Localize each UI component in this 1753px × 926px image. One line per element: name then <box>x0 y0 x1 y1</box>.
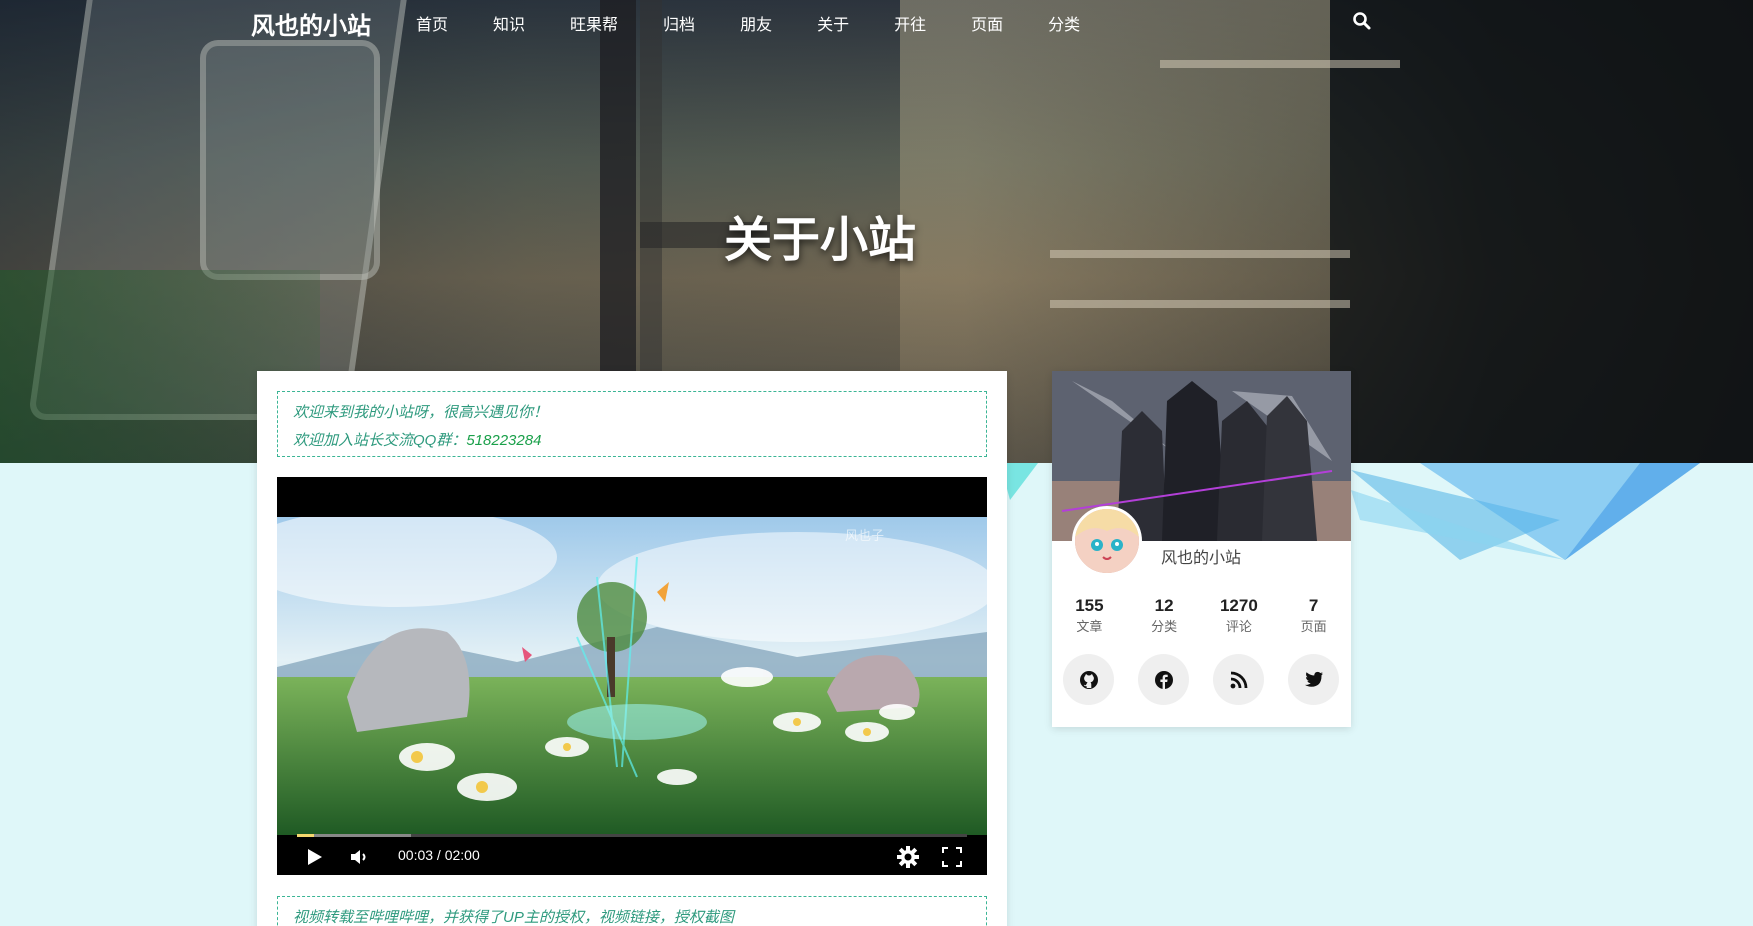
github-icon[interactable] <box>1063 654 1114 705</box>
nav-item-travelling[interactable]: 开往 <box>894 11 926 35</box>
play-icon[interactable] <box>308 849 322 870</box>
hero-bg-rail <box>1050 300 1350 308</box>
profile-stats: 155 文章 12 分类 1270 评论 7 页面 <box>1052 595 1351 637</box>
stat-number: 12 <box>1154 596 1174 615</box>
stat-number: 7 <box>1308 596 1319 615</box>
video-played <box>297 834 314 837</box>
video-watermark: 风也子 <box>845 528 885 543</box>
stat-label: 分类 <box>1151 619 1178 634</box>
stat-categories[interactable]: 12 分类 <box>1127 595 1202 637</box>
stat-number: 1270 <box>1219 596 1258 615</box>
qq-group-number[interactable]: 518223284 <box>466 432 541 449</box>
page-title: 关于小站 <box>723 214 916 267</box>
qq-group-label: 欢迎加入站长交流QQ群： <box>293 432 467 449</box>
settings-gear-icon[interactable] <box>897 846 919 873</box>
navbar: 风也的小站 首页 知识 旺果帮 归档 朋友 关于 开往 页面 分类 <box>0 0 1753 42</box>
social-links <box>1063 654 1363 705</box>
video-scene-image <box>277 517 987 835</box>
nav-links: 首页 知识 旺果帮 归档 朋友 关于 开往 页面 分类 <box>416 11 1125 35</box>
profile-card: 风也的小站 155 文章 12 分类 1270 评论 7 页面 <box>1052 371 1351 727</box>
twitter-icon[interactable] <box>1288 654 1339 705</box>
video-time: 00:03 / 02:00 <box>398 847 480 863</box>
nav-item-archive[interactable]: 归档 <box>663 11 695 35</box>
fullscreen-icon[interactable] <box>942 847 962 872</box>
stat-label: 页面 <box>1300 619 1327 634</box>
facebook-icon[interactable] <box>1138 654 1189 705</box>
video-progress-bar[interactable] <box>297 834 967 837</box>
video-frame[interactable]: 风也子 <box>277 517 987 835</box>
stat-comments[interactable]: 1270 评论 <box>1202 595 1277 637</box>
site-brand[interactable]: 风也的小站 <box>251 6 371 41</box>
stat-label: 评论 <box>1225 619 1252 634</box>
hero-bg-rail <box>1160 60 1400 68</box>
nav-item-wangguobang[interactable]: 旺果帮 <box>570 11 618 35</box>
welcome-notice: 欢迎来到我的小站呀，很高兴遇见你！ 欢迎加入站长交流QQ群：518223284 <box>277 391 987 457</box>
stat-label: 文章 <box>1076 619 1103 634</box>
profile-name: 风也的小站 <box>1161 550 1242 567</box>
avatar[interactable] <box>1072 506 1142 576</box>
main-content-card: 欢迎来到我的小站呀，很高兴遇见你！ 欢迎加入站长交流QQ群：518223284 <box>257 371 1007 926</box>
nav-item-categories[interactable]: 分类 <box>1048 11 1080 35</box>
nav-item-home[interactable]: 首页 <box>416 11 448 35</box>
qq-group-line: 欢迎加入站长交流QQ群：518223284 <box>293 427 971 455</box>
rss-icon[interactable] <box>1213 654 1264 705</box>
nav-item-knowledge[interactable]: 知识 <box>493 11 525 35</box>
nav-item-about[interactable]: 关于 <box>817 11 849 35</box>
video-buffered <box>297 834 411 837</box>
nav-item-friends[interactable]: 朋友 <box>740 11 772 35</box>
stat-articles[interactable]: 155 文章 <box>1052 595 1127 637</box>
welcome-line: 欢迎来到我的小站呀，很高兴遇见你！ <box>293 404 549 421</box>
stat-pages[interactable]: 7 页面 <box>1276 595 1351 637</box>
search-icon[interactable] <box>1352 11 1372 31</box>
volume-icon[interactable] <box>350 847 370 872</box>
nav-item-pages[interactable]: 页面 <box>971 11 1003 35</box>
video-source-notice: 视频转载至哔哩哔哩，并获得了UP主的授权，视频链接，授权截图 <box>277 896 987 926</box>
video-player[interactable]: 风也子 00:03 / 02:00 <box>277 477 987 875</box>
stat-number: 155 <box>1075 596 1104 615</box>
video-source-text: 视频转载至哔哩哔哩，并获得了UP主的授权，视频链接，授权截图 <box>293 909 734 926</box>
